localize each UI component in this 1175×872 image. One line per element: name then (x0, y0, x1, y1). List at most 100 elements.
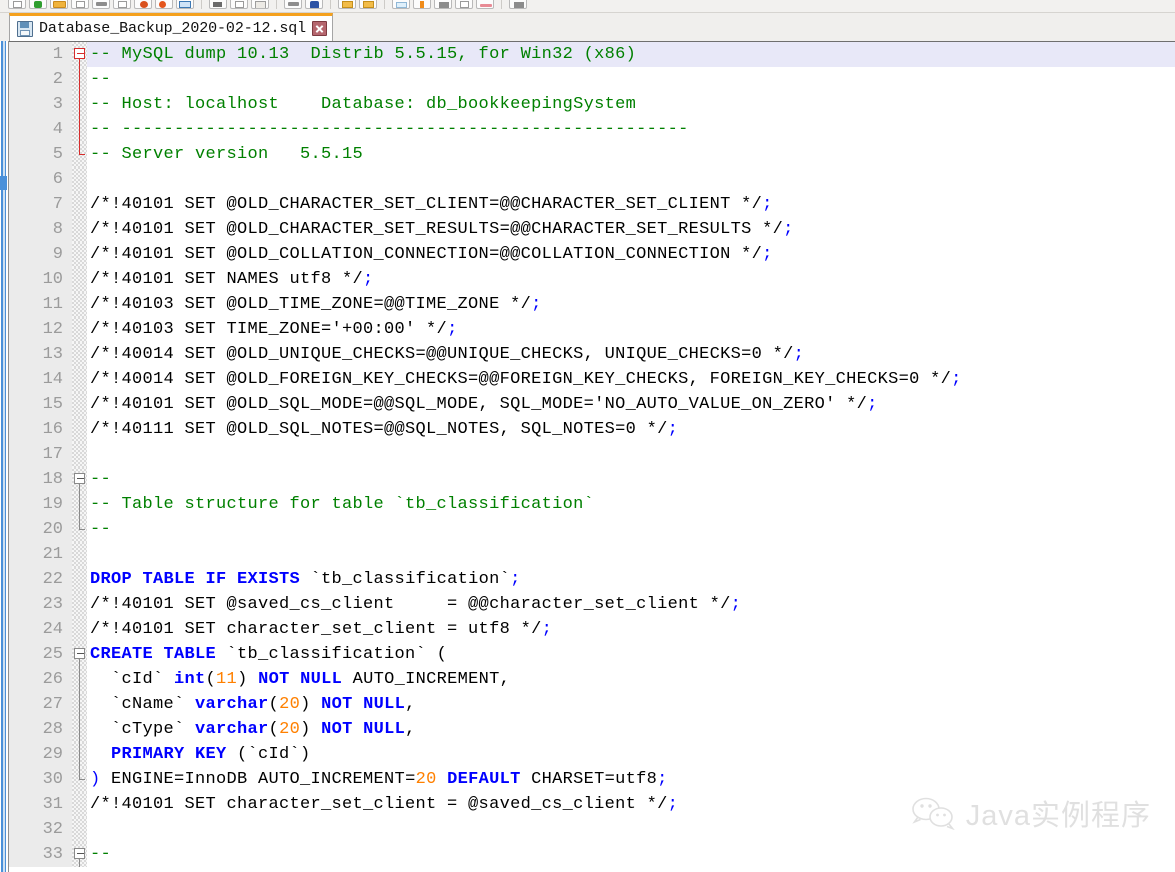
editor-line[interactable]: 27 `cName` varchar(20) NOT NULL, (9, 692, 1175, 717)
code-text[interactable] (87, 442, 1175, 467)
code-text[interactable]: -- Host: localhost Database: db_bookkeep… (87, 92, 1175, 117)
fold-margin-cell[interactable] (72, 442, 87, 467)
editor-line[interactable]: 32 (9, 817, 1175, 842)
sync-scroll-icon[interactable] (392, 0, 410, 9)
fold-collapse-icon[interactable] (74, 648, 85, 659)
editor-line[interactable]: 12 /*!40103 SET TIME_ZONE='+00:00' */; (9, 317, 1175, 342)
fold-margin-cell[interactable] (72, 817, 87, 842)
editor-line[interactable]: 4 -- ------------------------------------… (9, 117, 1175, 142)
code-text[interactable]: ) ENGINE=InnoDB AUTO_INCREMENT=20 DEFAUL… (87, 767, 1175, 792)
fold-margin-cell[interactable] (72, 742, 87, 767)
code-text[interactable]: /*!40101 SET @saved_cs_client = @@charac… (87, 592, 1175, 617)
code-text[interactable] (87, 167, 1175, 192)
fold-margin-cell[interactable] (72, 617, 87, 642)
code-text[interactable]: /*!40101 SET @OLD_SQL_MODE=@@SQL_MODE, S… (87, 392, 1175, 417)
editor-line[interactable]: 25 CREATE TABLE `tb_classification` ( (9, 642, 1175, 667)
fold-margin-cell[interactable] (72, 667, 87, 692)
fold-margin-cell[interactable] (72, 542, 87, 567)
paste-icon[interactable] (209, 0, 227, 9)
editor-line[interactable]: 24 /*!40101 SET character_set_client = ut… (9, 617, 1175, 642)
code-text[interactable]: -- (87, 842, 1175, 867)
fold-margin-cell[interactable] (72, 567, 87, 592)
code-text[interactable]: PRIMARY KEY (`cId`) (87, 742, 1175, 767)
editor-line[interactable]: 26 `cId` int(11) NOT NULL AUTO_INCREMENT… (9, 667, 1175, 692)
code-text[interactable]: /*!40101 SET @OLD_CHARACTER_SET_RESULTS=… (87, 217, 1175, 242)
code-text[interactable]: `cName` varchar(20) NOT NULL, (87, 692, 1175, 717)
editor-line[interactable]: 16 /*!40111 SET @OLD_SQL_NOTES=@@SQL_NOTE… (9, 417, 1175, 442)
fold-margin-cell[interactable] (72, 117, 87, 142)
code-text[interactable]: /*!40101 SET character_set_client = utf8… (87, 617, 1175, 642)
macro-record-icon[interactable] (509, 0, 527, 9)
code-text[interactable]: -- Server version 5.5.15 (87, 142, 1175, 167)
fold-margin-cell[interactable] (72, 392, 87, 417)
close-tab-icon[interactable] (312, 21, 328, 36)
code-text[interactable]: /*!40103 SET TIME_ZONE='+00:00' */; (87, 317, 1175, 342)
fold-margin-cell[interactable] (72, 67, 87, 92)
fold-margin-cell[interactable] (72, 42, 87, 67)
fold-margin-cell[interactable] (72, 492, 87, 517)
show-all-chars-icon[interactable] (455, 0, 473, 9)
fold-margin-cell[interactable] (72, 417, 87, 442)
word-wrap-icon[interactable] (413, 0, 431, 9)
code-text[interactable]: -- Table structure for table `tb_classif… (87, 492, 1175, 517)
editor-line[interactable]: 7 /*!40101 SET @OLD_CHARACTER_SET_CLIENT=… (9, 192, 1175, 217)
indent-guide-icon[interactable] (476, 0, 494, 9)
code-text[interactable]: `cType` varchar(20) NOT NULL, (87, 717, 1175, 742)
code-text[interactable]: /*!40014 SET @OLD_FOREIGN_KEY_CHECKS=@@F… (87, 367, 1175, 392)
fold-margin-cell[interactable] (72, 642, 87, 667)
save-all-icon[interactable] (71, 0, 89, 9)
fold-margin-cell[interactable] (72, 792, 87, 817)
code-text[interactable]: DROP TABLE IF EXISTS `tb_classification`… (87, 567, 1175, 592)
editor-line[interactable]: 15 /*!40101 SET @OLD_SQL_MODE=@@SQL_MODE,… (9, 392, 1175, 417)
editor-line[interactable]: 10 /*!40101 SET NAMES utf8 */; (9, 267, 1175, 292)
dock-handle[interactable] (0, 176, 7, 190)
copy-icon[interactable] (176, 0, 194, 9)
fold-collapse-icon[interactable] (74, 848, 85, 859)
code-text[interactable]: /*!40103 SET @OLD_TIME_ZONE=@@TIME_ZONE … (87, 292, 1175, 317)
fold-margin-cell[interactable] (72, 142, 87, 167)
fold-collapse-icon[interactable] (74, 48, 85, 59)
code-text[interactable]: /*!40101 SET @OLD_COLLATION_CONNECTION=@… (87, 242, 1175, 267)
close-icon[interactable] (92, 0, 110, 9)
editor-line[interactable]: 9 /*!40101 SET @OLD_COLLATION_CONNECTION=… (9, 242, 1175, 267)
fold-margin-cell[interactable] (72, 317, 87, 342)
code-text[interactable]: CREATE TABLE `tb_classification` ( (87, 642, 1175, 667)
fold-margin-cell[interactable] (72, 367, 87, 392)
code-text[interactable]: -- (87, 67, 1175, 92)
editor-line[interactable]: 18 -- (9, 467, 1175, 492)
editor-line[interactable]: 13 /*!40014 SET @OLD_UNIQUE_CHECKS=@@UNIQ… (9, 342, 1175, 367)
editor-line[interactable]: 28 `cType` varchar(20) NOT NULL, (9, 717, 1175, 742)
print-icon[interactable] (134, 0, 152, 9)
find-icon[interactable] (284, 0, 302, 9)
fold-margin-cell[interactable] (72, 692, 87, 717)
code-text[interactable] (87, 542, 1175, 567)
editor-line[interactable]: 17 (9, 442, 1175, 467)
code-text[interactable]: -- (87, 467, 1175, 492)
code-text[interactable]: /*!40101 SET @OLD_CHARACTER_SET_CLIENT=@… (87, 192, 1175, 217)
editor-line[interactable]: 5 -- Server version 5.5.15 (9, 142, 1175, 167)
fold-margin-cell[interactable] (72, 467, 87, 492)
save-icon[interactable] (50, 0, 68, 9)
fold-margin-cell[interactable] (72, 192, 87, 217)
editor-line[interactable]: 14 /*!40014 SET @OLD_FOREIGN_KEY_CHECKS=@… (9, 367, 1175, 392)
fold-margin-cell[interactable] (72, 517, 87, 542)
fold-margin-cell[interactable] (72, 592, 87, 617)
code-text[interactable]: -- (87, 517, 1175, 542)
editor-line[interactable]: 1 -- MySQL dump 10.13 Distrib 5.5.15, for… (9, 42, 1175, 67)
editor-line[interactable]: 11 /*!40103 SET @OLD_TIME_ZONE=@@TIME_ZON… (9, 292, 1175, 317)
replace-icon[interactable] (305, 0, 323, 9)
tab-database-backup-sql[interactable]: Database_Backup_2020-02-12.sql (9, 13, 334, 41)
editor-line[interactable]: 20 -- (9, 517, 1175, 542)
open-folder-icon[interactable] (29, 0, 47, 9)
fold-margin-cell[interactable] (72, 842, 87, 867)
show-symbol-icon[interactable] (434, 0, 452, 9)
undo-icon[interactable] (230, 0, 248, 9)
editor-line[interactable]: 31 /*!40101 SET character_set_client = @s… (9, 792, 1175, 817)
editor-line[interactable]: 6 (9, 167, 1175, 192)
code-text[interactable]: /*!40014 SET @OLD_UNIQUE_CHECKS=@@UNIQUE… (87, 342, 1175, 367)
close-all-icon[interactable] (113, 0, 131, 9)
editor-line[interactable]: 8 /*!40101 SET @OLD_CHARACTER_SET_RESULTS… (9, 217, 1175, 242)
editor-line[interactable]: 19 -- Table structure for table `tb_class… (9, 492, 1175, 517)
code-text[interactable]: /*!40111 SET @OLD_SQL_NOTES=@@SQL_NOTES,… (87, 417, 1175, 442)
code-text[interactable] (87, 817, 1175, 842)
